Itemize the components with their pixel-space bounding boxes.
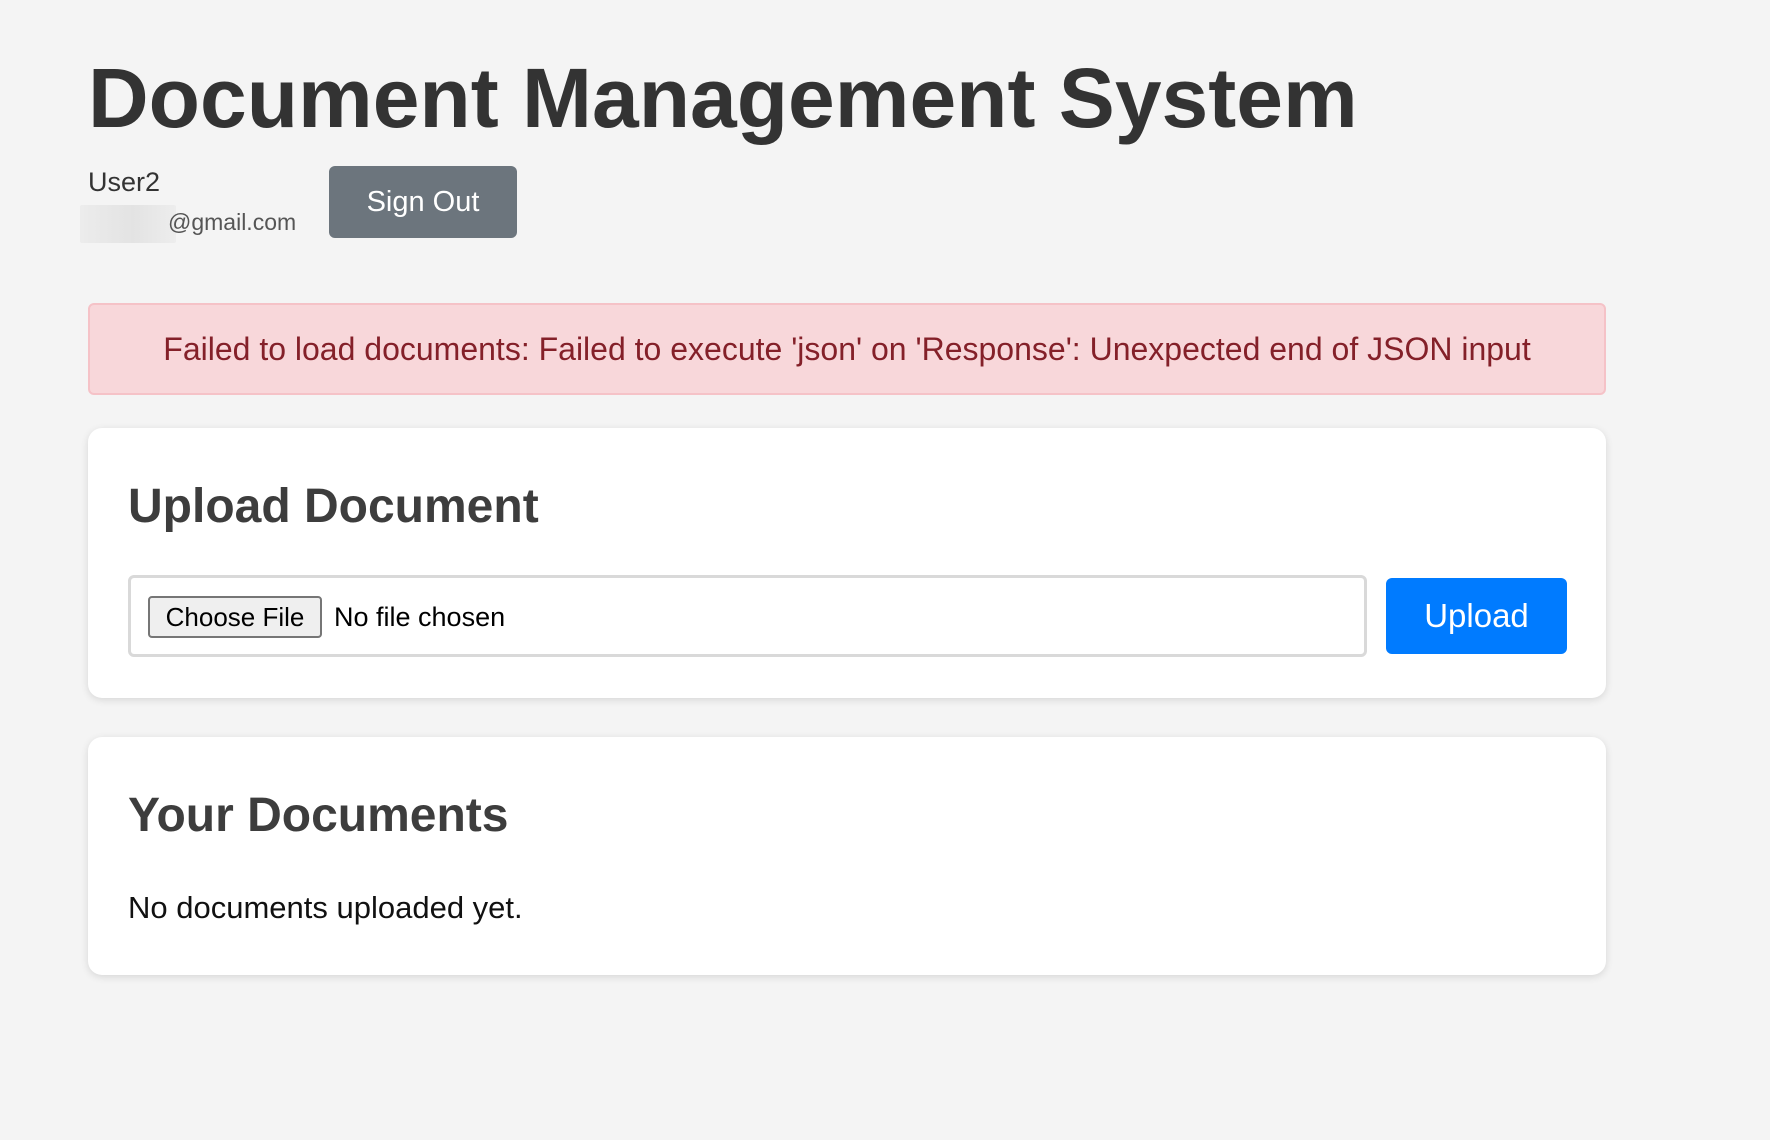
file-status: No file chosen — [334, 602, 506, 632]
upload-document-title: Upload Document — [128, 480, 539, 533]
user-info: User2 @gmail.com — [80, 162, 296, 243]
your-documents-title: Your Documents — [128, 789, 509, 842]
file-input[interactable]: Choose File No file chosen — [128, 575, 1367, 657]
upload-button[interactable]: Upload — [1386, 578, 1567, 654]
empty-documents-message: No documents uploaded yet. — [128, 890, 523, 925]
user-email-domain: @gmail.com — [168, 209, 297, 235]
choose-file-button[interactable]: Choose File — [148, 596, 322, 638]
page-title: Document Management System — [88, 51, 1358, 145]
error-banner: Failed to load documents: Failed to exec… — [88, 303, 1606, 395]
upload-document-card: Upload Document Choose File No file chos… — [88, 428, 1606, 698]
your-documents-card: Your Documents No documents uploaded yet… — [88, 737, 1606, 975]
sign-out-button[interactable]: Sign Out — [329, 166, 517, 238]
email-redaction — [80, 204, 176, 243]
user-name: User2 — [88, 167, 161, 197]
